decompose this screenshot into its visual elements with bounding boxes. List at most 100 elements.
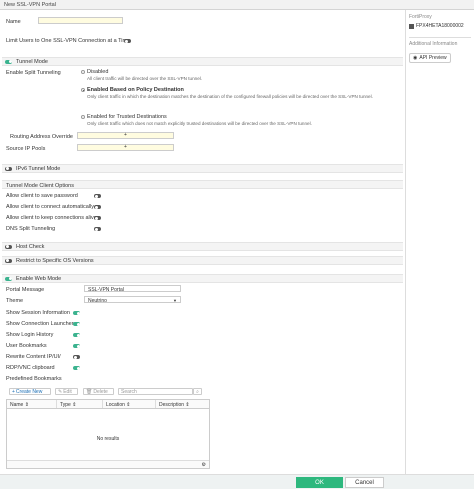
delete-button[interactable]: 🗑 Delete bbox=[83, 388, 114, 395]
ipv6-tunnel-label: IPv6 Tunnel Mode bbox=[16, 165, 61, 172]
theme-value: Neutrino bbox=[88, 297, 107, 304]
split-trusted-radio[interactable] bbox=[81, 115, 85, 119]
edit-label: Edit bbox=[63, 388, 72, 395]
column-name-label: Name bbox=[10, 402, 24, 408]
theme-select[interactable]: Neutrino ▼ bbox=[84, 296, 181, 304]
show-session-info-toggle[interactable] bbox=[73, 311, 80, 315]
split-trusted-label: Enabled for Trusted Destinations bbox=[87, 114, 167, 120]
column-header-location[interactable]: Location ⇕ bbox=[103, 400, 156, 408]
name-input[interactable] bbox=[38, 17, 123, 24]
split-disabled-desc: All client traffic will be directed over… bbox=[87, 76, 203, 81]
split-policy-desc: Only client traffic in which the destina… bbox=[87, 94, 373, 99]
host-check-section: Host Check bbox=[2, 242, 403, 251]
column-header-type[interactable]: Type ⇕ bbox=[57, 400, 103, 408]
form-panel: Name Limit Users to One SSL-VPN Connecti… bbox=[0, 10, 405, 474]
split-policy-radio[interactable] bbox=[81, 88, 85, 92]
dialog-footer: OK Cancel bbox=[0, 474, 474, 489]
client-opt-dns-split-toggle[interactable] bbox=[94, 227, 101, 231]
bookmarks-table-header: Name ⇕ Type ⇕ Location ⇕ Description ⇕ bbox=[7, 400, 209, 409]
cancel-button[interactable]: Cancel bbox=[345, 477, 384, 488]
source-ip-pools-label: Source IP Pools bbox=[6, 146, 46, 152]
device-icon bbox=[409, 23, 414, 29]
routing-override-add[interactable]: + bbox=[77, 132, 174, 139]
split-disabled-label: Disabled bbox=[87, 69, 109, 75]
client-opt-save-password-label: Allow client to save password bbox=[6, 193, 78, 199]
portal-message-label: Portal Message bbox=[6, 287, 45, 293]
api-preview-button[interactable]: ◉ API Preview bbox=[409, 53, 451, 63]
predefined-bookmarks-label: Predefined Bookmarks bbox=[6, 376, 62, 382]
show-session-info-label: Show Session Information bbox=[6, 310, 70, 316]
limit-users-toggle[interactable] bbox=[124, 39, 131, 43]
create-new-button[interactable]: + Create New bbox=[9, 388, 51, 395]
column-header-description[interactable]: Description ⇕ bbox=[156, 400, 209, 408]
eye-icon: ◉ bbox=[413, 55, 418, 61]
client-opt-keep-alive-toggle[interactable] bbox=[94, 216, 101, 220]
tunnel-mode-section: Tunnel Mode bbox=[2, 57, 403, 66]
sort-icon: ⇕ bbox=[126, 402, 131, 408]
host-check-toggle[interactable] bbox=[5, 244, 12, 249]
create-new-label: Create New bbox=[15, 388, 43, 395]
pencil-icon: ✎ bbox=[58, 388, 63, 395]
user-bookmarks-toggle[interactable] bbox=[73, 344, 80, 348]
source-ip-pools-add[interactable]: + bbox=[77, 144, 174, 151]
show-connection-launcher-toggle[interactable] bbox=[73, 322, 80, 326]
sort-icon: ⇕ bbox=[72, 402, 77, 408]
name-label: Name bbox=[6, 19, 21, 25]
column-header-name[interactable]: Name ⇕ bbox=[7, 400, 57, 408]
web-mode-label: Enable Web Mode bbox=[16, 275, 62, 282]
search-button[interactable]: ⌕ bbox=[193, 388, 202, 395]
restrict-os-label: Restrict to Specific OS Versions bbox=[16, 257, 94, 264]
column-type-label: Type bbox=[60, 402, 71, 408]
split-trusted-desc: Only client traffic which does not match… bbox=[87, 121, 312, 126]
client-opt-save-password-toggle[interactable] bbox=[94, 194, 101, 198]
device-name: FPX4HETA18000002 bbox=[416, 23, 464, 29]
client-opt-auto-connect-toggle[interactable] bbox=[94, 205, 101, 209]
portal-message-input[interactable]: SSL-VPN Portal bbox=[84, 285, 181, 293]
client-opt-auto-connect-label: Allow client to connect automatically bbox=[6, 204, 95, 210]
restrict-os-section: Restrict to Specific OS Versions bbox=[2, 256, 403, 265]
bookmarks-table-footer: ⚙ bbox=[7, 460, 209, 468]
api-preview-label: API Preview bbox=[419, 55, 447, 61]
client-options-header: Tunnel Mode Client Options bbox=[2, 180, 403, 189]
search-icon: ⌕ bbox=[196, 388, 199, 395]
empty-state-text: No results bbox=[96, 436, 120, 442]
rewrite-content-label: Rewrite Content IP/UI/ bbox=[6, 354, 61, 360]
settings-icon[interactable]: ⚙ bbox=[202, 462, 206, 468]
host-check-label: Host Check bbox=[16, 243, 45, 250]
tunnel-mode-label: Tunnel Mode bbox=[16, 58, 48, 65]
web-mode-toggle[interactable] bbox=[5, 276, 12, 281]
client-opt-dns-split-label: DNS Split Tunneling bbox=[6, 226, 56, 232]
column-location-label: Location bbox=[106, 402, 125, 408]
tunnel-mode-toggle[interactable] bbox=[5, 59, 12, 64]
show-login-history-label: Show Login History bbox=[6, 332, 54, 338]
sort-icon: ⇕ bbox=[185, 402, 190, 408]
plus-icon: + bbox=[12, 388, 15, 395]
limit-users-label: Limit Users to One SSL-VPN Connection at… bbox=[6, 38, 131, 44]
window-title: New SSL-VPN Portal bbox=[0, 0, 474, 10]
trash-icon: 🗑 bbox=[86, 388, 93, 395]
split-disabled-radio[interactable] bbox=[81, 70, 85, 74]
chevron-down-icon: ▼ bbox=[173, 298, 177, 303]
delete-label: Delete bbox=[93, 388, 108, 395]
theme-label: Theme bbox=[6, 298, 24, 304]
search-input[interactable]: Search bbox=[118, 388, 193, 395]
device-entry: FPX4HETA18000002 bbox=[409, 23, 471, 29]
ipv6-tunnel-toggle[interactable] bbox=[5, 166, 12, 171]
additional-info-label: Additional Information bbox=[409, 37, 471, 47]
ok-button[interactable]: OK bbox=[296, 477, 343, 488]
right-sidebar: FortiProxy FPX4HETA18000002 Additional I… bbox=[405, 10, 474, 474]
routing-override-label: Routing Address Override bbox=[10, 134, 73, 140]
rdp-vnc-clipboard-toggle[interactable] bbox=[73, 366, 80, 370]
column-description-label: Description bbox=[159, 402, 185, 408]
rewrite-content-toggle[interactable] bbox=[73, 355, 80, 359]
split-policy-label: Enabled Based on Policy Destination bbox=[87, 87, 184, 93]
bookmarks-table: Name ⇕ Type ⇕ Location ⇕ Description ⇕ N… bbox=[6, 399, 210, 469]
sort-icon: ⇕ bbox=[24, 402, 29, 408]
show-login-history-toggle[interactable] bbox=[73, 333, 80, 337]
edit-button[interactable]: ✎ Edit bbox=[55, 388, 78, 395]
web-mode-section: Enable Web Mode bbox=[2, 274, 403, 283]
split-tunnel-label: Enable Split Tunneling bbox=[6, 70, 61, 76]
show-connection-launcher-label: Show Connection Launcher bbox=[6, 321, 74, 327]
restrict-os-toggle[interactable] bbox=[5, 258, 12, 263]
rdp-vnc-clipboard-label: RDP/VNC clipboard bbox=[6, 365, 55, 371]
